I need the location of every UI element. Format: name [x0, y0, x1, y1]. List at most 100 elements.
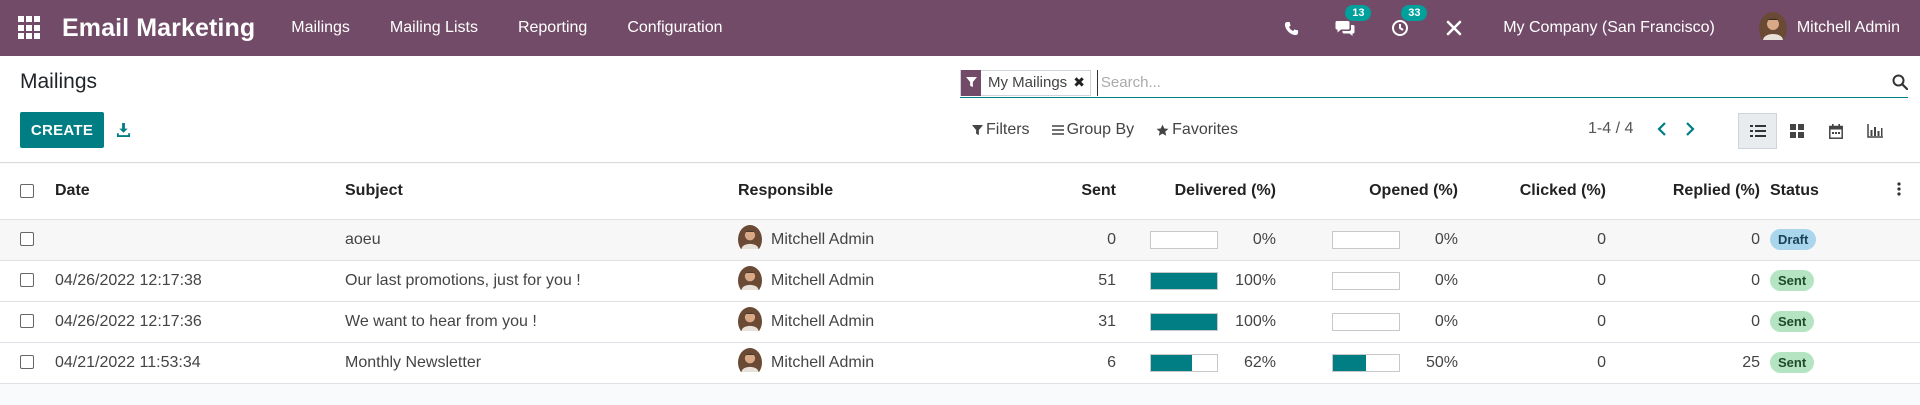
responsible-avatar: [738, 225, 762, 254]
opened-progress-bar: [1332, 230, 1400, 249]
row-sent: 0: [968, 219, 1116, 261]
row-subject: Monthly Newsletter: [345, 342, 738, 384]
opened-progress-bar: [1332, 271, 1400, 290]
search-options-bar: Filters Group By Favorites: [972, 121, 1260, 139]
column-replied[interactable]: Replied (%): [1606, 164, 1760, 220]
pager: 1-4 / 4: [1588, 120, 1695, 138]
column-date[interactable]: Date: [55, 164, 345, 220]
row-clicked: 0: [1458, 260, 1606, 302]
search-input[interactable]: [1096, 69, 1908, 96]
activities-count-badge: 33: [1401, 5, 1428, 21]
row-sent: 6: [968, 342, 1116, 384]
user-name: Mitchell Admin: [1796, 19, 1900, 36]
row-replied: 0: [1606, 219, 1760, 261]
messages-count-badge: 13: [1345, 5, 1372, 21]
pager-next-icon[interactable]: [1685, 122, 1695, 136]
responsible-name: Mitchell Admin: [771, 271, 875, 289]
table-row[interactable]: 04/26/2022 12:17:38 Our last promotions, …: [0, 260, 1920, 302]
calendar-view-icon[interactable]: [1816, 113, 1855, 149]
row-replied: 0: [1606, 260, 1760, 302]
app-title[interactable]: Email Marketing: [62, 14, 255, 43]
status-badge: Draft: [1770, 229, 1817, 250]
delivered-progress-fill: [1151, 354, 1192, 371]
column-sent[interactable]: Sent: [968, 164, 1116, 220]
row-checkbox[interactable]: [20, 232, 34, 247]
filter-icon: [961, 69, 981, 96]
pager-value[interactable]: 1-4 / 4: [1588, 120, 1633, 138]
row-date: [55, 219, 345, 261]
user-menu[interactable]: Mitchell Admin: [1758, 11, 1900, 45]
groupby-dropdown[interactable]: Group By: [1051, 121, 1135, 139]
search-facet-value: My Mailings: [988, 74, 1068, 91]
row-clicked: 0: [1458, 219, 1606, 261]
view-switcher: [1738, 113, 1894, 149]
table-row[interactable]: 04/21/2022 11:53:34 Monthly Newsletter Mit…: [0, 342, 1920, 384]
column-status[interactable]: Status: [1760, 164, 1878, 220]
pager-previous-icon[interactable]: [1657, 122, 1667, 136]
menu-mailings[interactable]: Mailings: [291, 19, 350, 37]
delivered-percent: 62%: [1243, 353, 1276, 371]
column-subject[interactable]: Subject: [345, 164, 738, 220]
row-date: 04/26/2022 12:17:36: [55, 301, 345, 343]
tools-icon[interactable]: [1445, 19, 1463, 37]
delivered-progress-bar: [1150, 312, 1218, 331]
delivered-percent: 0%: [1252, 230, 1276, 248]
activities-clock-icon[interactable]: 33: [1391, 5, 1428, 37]
phone-icon[interactable]: [1284, 21, 1299, 36]
apps-menu-icon[interactable]: [18, 16, 42, 40]
menu-mailing-lists[interactable]: Mailing Lists: [390, 19, 478, 37]
menu-reporting[interactable]: Reporting: [518, 19, 587, 37]
column-opened[interactable]: Opened (%): [1276, 164, 1458, 220]
opened-progress-fill: [1333, 354, 1366, 371]
favorites-dropdown[interactable]: Favorites: [1156, 121, 1238, 139]
row-checkbox[interactable]: [20, 314, 34, 329]
opened-progress-bar: [1332, 353, 1400, 372]
create-button[interactable]: CREATE: [20, 112, 104, 148]
row-responsible: Mitchell Admin: [738, 348, 968, 377]
select-all-checkbox[interactable]: [20, 184, 34, 199]
page-title: Mailings: [20, 70, 98, 93]
delivered-progress-bar: [1150, 271, 1218, 290]
star-icon: [1156, 124, 1169, 136]
search-facet: My Mailings ✖: [960, 69, 1091, 96]
row-clicked: 0: [1458, 342, 1606, 384]
company-switcher[interactable]: My Company (San Francisco): [1503, 19, 1715, 37]
responsible-avatar: [738, 348, 762, 377]
column-responsible[interactable]: Responsible: [738, 164, 968, 220]
navbar-systray: 13 33 My Company (San Francisco) Mitchel…: [1266, 0, 1920, 56]
status-badge: Sent: [1770, 270, 1815, 291]
filters-dropdown[interactable]: Filters: [972, 121, 1030, 139]
responsible-avatar: [738, 307, 762, 336]
filter-icon: [972, 124, 983, 135]
opened-percent: 0%: [1434, 312, 1458, 330]
row-responsible: Mitchell Admin: [738, 307, 968, 336]
search-icon[interactable]: [1892, 74, 1909, 95]
opened-percent: 0%: [1434, 230, 1458, 248]
filters-label: Filters: [986, 121, 1030, 138]
mailings-list: Date Subject Responsible Sent Delivered …: [0, 164, 1920, 384]
delivered-progress-fill: [1151, 272, 1217, 289]
row-subject: aoeu: [345, 219, 738, 261]
kanban-view-icon[interactable]: [1777, 113, 1816, 149]
optional-columns-toggle[interactable]: [1878, 164, 1920, 220]
column-clicked[interactable]: Clicked (%): [1458, 164, 1606, 220]
groupby-label: Group By: [1066, 121, 1135, 138]
row-subject: Our last promotions, just for you !: [345, 260, 738, 302]
list-view-icon[interactable]: [1738, 113, 1777, 149]
delivered-progress-bar: [1150, 353, 1218, 372]
download-icon[interactable]: [116, 122, 131, 142]
row-responsible: Mitchell Admin: [738, 266, 968, 295]
row-checkbox[interactable]: [20, 355, 34, 370]
graph-view-icon[interactable]: [1855, 113, 1894, 149]
row-replied: 0: [1606, 301, 1760, 343]
row-checkbox[interactable]: [20, 273, 34, 288]
control-panel: Mailings CREATE My Mailings ✖: [0, 56, 1920, 163]
table-row[interactable]: aoeu Mitchell Admin 0 0% 0% 0 0 Draft: [0, 219, 1920, 261]
facet-remove-icon[interactable]: ✖: [1073, 74, 1090, 91]
opened-percent: 0%: [1434, 271, 1458, 289]
column-delivered[interactable]: Delivered (%): [1116, 164, 1276, 220]
table-row[interactable]: 04/26/2022 12:17:36 We want to hear from …: [0, 301, 1920, 343]
group-by-icon: [1051, 125, 1064, 135]
menu-configuration[interactable]: Configuration: [627, 19, 722, 37]
messages-icon[interactable]: 13: [1335, 5, 1372, 37]
